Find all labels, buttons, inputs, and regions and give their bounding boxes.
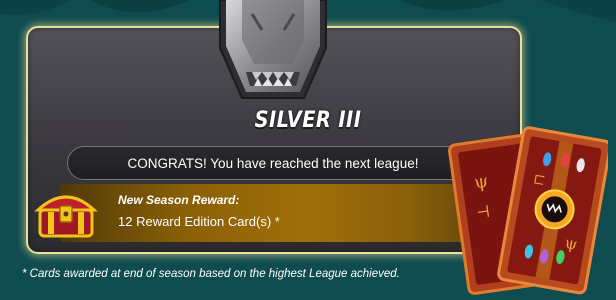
svg-text:⊣: ⊣ bbox=[475, 202, 491, 223]
treasure-chest-icon bbox=[34, 195, 98, 238]
footnote: * Cards awarded at end of season based o… bbox=[22, 268, 400, 280]
reward-cards-icon: ψ ⊣ ψ ⊏ bbox=[448, 126, 608, 295]
svg-text:ψ: ψ bbox=[473, 171, 490, 194]
silver-league-badge-icon bbox=[219, 0, 327, 99]
congrats-banner: CONGRATS! You have reached the next leag… bbox=[67, 146, 479, 180]
reward-description: 12 Reward Edition Card(s) * bbox=[118, 214, 280, 229]
congrats-text: CONGRATS! You have reached the next leag… bbox=[127, 155, 419, 171]
reward-title: New Season Reward: bbox=[118, 193, 240, 207]
